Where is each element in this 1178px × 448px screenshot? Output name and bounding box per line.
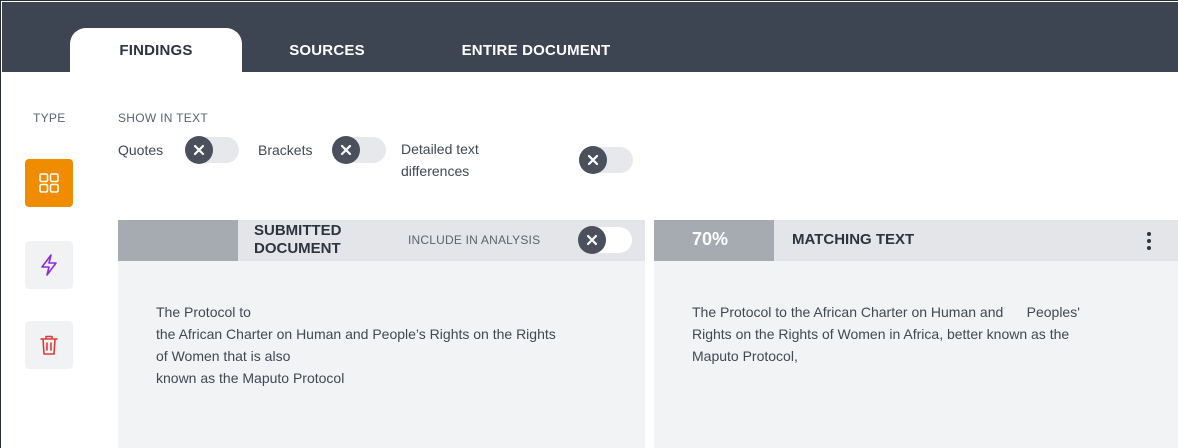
submitted-document-text: The Protocol to the African Charter on H… bbox=[156, 301, 626, 389]
matching-text-panel: 70% MATCHING TEXT The Protocol to the Af… bbox=[654, 220, 1178, 448]
detailed-text-differences-label: Detailed text differences bbox=[401, 138, 521, 182]
submitted-document-title: SUBMITTED DOCUMENT bbox=[254, 222, 342, 258]
dot bbox=[1147, 239, 1151, 243]
title-line: DOCUMENT bbox=[254, 240, 341, 257]
text-line: The Protocol to bbox=[156, 304, 251, 320]
toggle-off-knob bbox=[332, 136, 360, 164]
match-percent-block: 70% bbox=[654, 220, 774, 261]
top-navigation-bar: FINDINGS SOURCES ENTIRE DOCUMENT bbox=[2, 2, 1178, 73]
more-options-icon[interactable] bbox=[1142, 228, 1156, 254]
lightning-icon bbox=[41, 254, 57, 276]
matching-text-header: 70% MATCHING TEXT bbox=[654, 220, 1178, 261]
include-in-analysis-label: INCLUDE IN ANALYSIS bbox=[408, 233, 541, 247]
submitted-document-header: SUBMITTED DOCUMENT INCLUDE IN ANALYSIS bbox=[118, 220, 645, 261]
text-line: Maputo Protocol, bbox=[692, 348, 798, 364]
tab-entire-document[interactable]: ENTIRE DOCUMENT bbox=[434, 28, 638, 73]
app-frame: FINDINGS SOURCES ENTIRE DOCUMENT TYPE SH… bbox=[0, 0, 1178, 448]
type-label: TYPE bbox=[33, 111, 66, 125]
close-icon bbox=[340, 144, 352, 156]
include-in-analysis-toggle[interactable] bbox=[578, 226, 632, 254]
dot bbox=[1147, 232, 1151, 236]
matching-text-title: MATCHING TEXT bbox=[792, 231, 915, 248]
matching-text-content: The Protocol to the African Charter on H… bbox=[692, 301, 1157, 367]
match-percentage: 70% bbox=[692, 229, 729, 249]
toggle-off-knob bbox=[579, 146, 607, 174]
submitted-document-panel: SUBMITTED DOCUMENT INCLUDE IN ANALYSIS T… bbox=[118, 220, 645, 448]
label-line: Detailed text bbox=[401, 141, 479, 157]
toggle-off-knob bbox=[578, 226, 606, 254]
type-grid-button[interactable] bbox=[25, 159, 73, 207]
close-icon bbox=[586, 234, 598, 246]
label-line: differences bbox=[401, 163, 470, 179]
dot bbox=[1147, 246, 1151, 250]
tab-findings[interactable]: FINDINGS bbox=[70, 28, 242, 73]
text-line: known as the Maputo Protocol bbox=[156, 370, 345, 386]
type-lightning-button[interactable] bbox=[25, 241, 73, 289]
brackets-label: Brackets bbox=[258, 142, 313, 158]
header-color-block bbox=[118, 220, 238, 261]
brackets-toggle[interactable] bbox=[332, 136, 386, 164]
close-icon bbox=[587, 154, 599, 166]
detailed-text-differences-toggle[interactable] bbox=[579, 146, 633, 174]
close-icon bbox=[193, 144, 205, 156]
show-in-text-label: SHOW IN TEXT bbox=[118, 111, 209, 125]
toggle-off-knob bbox=[185, 136, 213, 164]
trash-icon bbox=[40, 335, 58, 355]
text-line: Rights on the Rights of Women in Africa,… bbox=[692, 326, 1070, 342]
quotes-label: Quotes bbox=[118, 142, 164, 158]
title-line: SUBMITTED bbox=[254, 222, 342, 239]
grid-icon bbox=[39, 173, 59, 193]
text-line: The Protocol to the African Charter on H… bbox=[692, 304, 1080, 320]
text-line: of Women that is also bbox=[156, 348, 291, 364]
text-line: the African Charter on Human and People’… bbox=[156, 326, 556, 342]
type-trash-button[interactable] bbox=[25, 321, 73, 369]
quotes-toggle[interactable] bbox=[185, 136, 239, 164]
tab-sources[interactable]: SOURCES bbox=[264, 28, 390, 73]
